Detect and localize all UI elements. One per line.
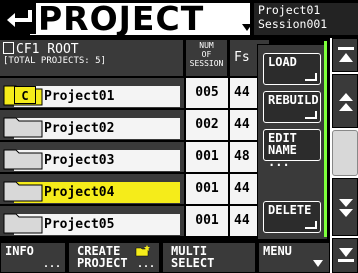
load-label: LOAD <box>268 55 297 69</box>
name-cell: Project02 <box>0 110 184 140</box>
scroll-up-icon <box>339 93 353 111</box>
name-cell: Project04 <box>0 174 184 204</box>
num-sessions: 002 <box>186 110 228 140</box>
num-sessions: 001 <box>186 142 228 172</box>
scroll-top-button[interactable] <box>332 38 358 72</box>
create-project-button[interactable]: CREATE PROJECT ... <box>68 242 160 273</box>
num-sessions: 001 <box>186 206 228 236</box>
name-cell: Project01 C <box>0 78 184 108</box>
project-screen: PROJECT Project01 Session001 CF1 ROOT [T… <box>0 0 358 273</box>
column-header-num-line1: NUM <box>199 41 214 50</box>
info-button[interactable]: INFO ... <box>0 242 66 273</box>
delete-label: DELETE <box>268 203 312 217</box>
corner-mark-icon <box>305 221 317 229</box>
current-project-name: Project01 <box>258 3 321 17</box>
num-sessions: 001 <box>186 174 228 204</box>
column-header-num-sessions: NUM OF SESSION <box>186 40 228 76</box>
edit-name-label-2: NAME ... <box>268 143 297 169</box>
project-row-5[interactable]: Project05 001 44 <box>0 206 270 236</box>
folder-icon <box>3 213 43 234</box>
page-title: PROJECT <box>38 0 205 38</box>
current-session-info: Project01 Session001 <box>254 3 358 35</box>
popup-accent-bar <box>324 41 327 237</box>
scroll-to-bottom-icon <box>338 248 354 262</box>
rebuild-button[interactable]: REBUILD <box>263 91 321 123</box>
total-projects-label: [TOTAL PROJECTS: 5] <box>3 56 106 66</box>
multi-select-button[interactable]: MULTI SELECT <box>162 242 256 273</box>
scroll-down-icon <box>339 199 353 217</box>
num-sessions: 005 <box>186 78 228 108</box>
edit-name-button[interactable]: EDIT NAME ... <box>263 129 321 168</box>
header-bar: PROJECT Project01 Session001 <box>0 0 358 38</box>
new-folder-icon <box>135 245 150 257</box>
project-action-popup: LOAD REBUILD EDIT NAME ... DELETE <box>257 41 328 240</box>
current-project-badge: C <box>14 86 36 104</box>
project-row-3[interactable]: Project03 001 48 <box>0 142 270 172</box>
footer-bar: INFO ... CREATE PROJECT ... MULTI SELECT… <box>0 241 330 273</box>
corner-mark-icon <box>305 73 317 81</box>
scroll-thumb[interactable] <box>332 130 358 176</box>
current-folder-label: CF1 ROOT <box>16 42 79 57</box>
create-dots: ... <box>136 259 155 270</box>
scrollbar[interactable] <box>330 38 358 273</box>
info-label: INFO <box>5 244 34 258</box>
card-icon <box>3 42 14 54</box>
folder-icon <box>3 149 43 170</box>
scroll-to-top-icon <box>338 47 354 62</box>
dropdown-triangle-icon <box>242 24 252 31</box>
project-row-1[interactable]: Project01 C 005 44 <box>0 78 270 108</box>
menu-label: MENU <box>263 244 292 258</box>
load-button[interactable]: LOAD <box>263 53 321 85</box>
info-dots: ... <box>42 259 61 270</box>
rebuild-label: REBUILD <box>268 93 319 107</box>
delete-button[interactable]: DELETE <box>263 201 321 233</box>
scroll-bottom-button[interactable] <box>332 238 358 273</box>
menu-triangle-icon <box>313 260 323 267</box>
current-session-name: Session001 <box>258 17 328 31</box>
folder-icon <box>3 117 43 138</box>
scroll-down-button[interactable] <box>332 178 358 236</box>
menu-button[interactable]: MENU <box>258 242 330 273</box>
scroll-up-button[interactable] <box>332 74 358 128</box>
folder-icon <box>3 181 43 202</box>
back-button[interactable] <box>2 2 40 36</box>
column-header-num-line2: OF <box>201 50 212 59</box>
multi-label-2: SELECT <box>171 256 215 270</box>
back-arrow-icon <box>2 2 36 34</box>
project-row-4[interactable]: Project04 001 44 <box>0 174 270 204</box>
name-cell: Project05 <box>0 206 184 236</box>
corner-mark-icon <box>305 111 317 119</box>
project-row-2[interactable]: Project02 002 44 <box>0 110 270 140</box>
column-header-num-line3: SESSION <box>189 59 224 68</box>
column-header-name: CF1 ROOT [TOTAL PROJECTS: 5] <box>0 40 184 76</box>
name-cell: Project03 <box>0 142 184 172</box>
